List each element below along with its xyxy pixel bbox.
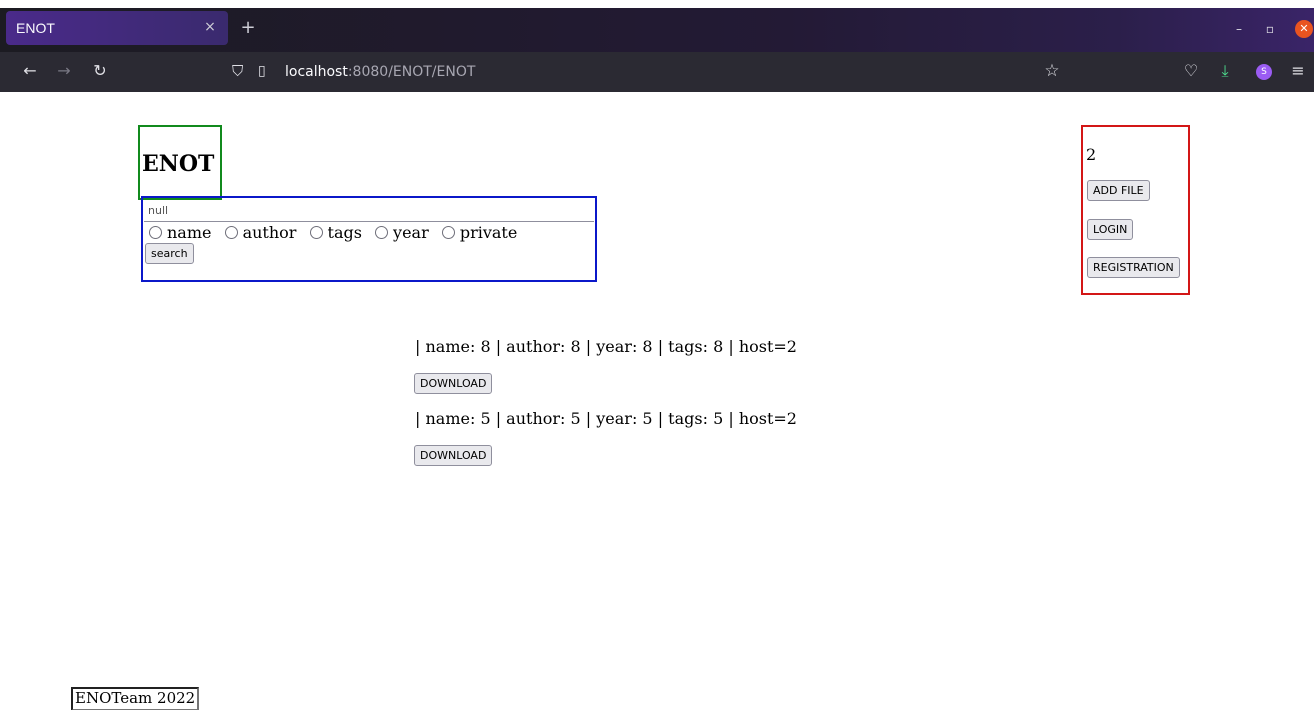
minimize-icon[interactable]: – xyxy=(1230,20,1248,38)
browser-nav-bar: ← → ↻ ⛉ ▯ localhost:8080/ENOT/ENOT ☆ ♡ ⤓… xyxy=(0,52,1314,92)
tab-close-icon[interactable]: × xyxy=(200,17,220,37)
radio-author[interactable] xyxy=(224,226,238,239)
new-tab-icon[interactable]: + xyxy=(238,18,258,38)
url-host: localhost xyxy=(285,64,348,80)
radio-name[interactable] xyxy=(149,226,162,239)
radio-label-name: name xyxy=(167,223,212,242)
forward-arrow-icon[interactable]: → xyxy=(54,61,74,81)
add-file-button[interactable]: ADD FILE xyxy=(1087,180,1150,201)
result-item: | name: 8 | author: 8 | year: 8 | tags: … xyxy=(415,337,797,356)
download-button[interactable]: DOWNLOAD xyxy=(414,445,493,466)
radio-year[interactable] xyxy=(375,226,389,239)
account-avatar-icon[interactable]: S xyxy=(1256,64,1272,80)
page-icon: ▯ xyxy=(258,63,266,79)
radio-label-private: private xyxy=(459,223,518,242)
url-path: :8080/ENOT/ENOT xyxy=(347,64,476,80)
address-bar[interactable]: localhost:8080/ENOT/ENOT xyxy=(285,62,475,82)
reload-icon[interactable]: ↻ xyxy=(90,61,110,81)
user-panel: 2 ADD FILE LOGIN REGISTRATION xyxy=(1081,125,1190,295)
download-button[interactable]: DOWNLOAD xyxy=(414,373,493,394)
download-icon[interactable]: ⤓ xyxy=(1215,61,1235,81)
footer-text: ENOTeam 2022 xyxy=(71,687,200,710)
browser-tab-bar: ENOT × + – ▫ ✕ xyxy=(0,8,1314,52)
logo-box: ENOT xyxy=(138,125,222,200)
registration-button[interactable]: REGISTRATION xyxy=(1087,257,1180,278)
user-count: 2 xyxy=(1086,145,1097,164)
pocket-icon[interactable]: ♡ xyxy=(1181,61,1201,81)
result-item: | name: 5 | author: 5 | year: 5 | tags: … xyxy=(415,409,797,428)
login-button[interactable]: LOGIN xyxy=(1087,219,1134,240)
radio-label-tags: tags xyxy=(327,223,362,242)
window-close-icon[interactable]: ✕ xyxy=(1295,20,1313,38)
search-filter-options: name author tags year private xyxy=(149,223,525,243)
search-button[interactable]: search xyxy=(145,243,194,264)
bookmark-star-icon[interactable]: ☆ xyxy=(1042,61,1062,81)
back-arrow-icon[interactable]: ← xyxy=(20,61,40,81)
radio-private[interactable] xyxy=(441,226,455,239)
hamburger-menu-icon[interactable]: ≡ xyxy=(1288,61,1308,81)
search-input[interactable]: null xyxy=(144,201,594,222)
radio-label-year: year xyxy=(393,223,429,242)
shield-icon[interactable]: ⛉ xyxy=(232,61,248,81)
restore-icon[interactable]: ▫ xyxy=(1261,20,1279,38)
search-panel: null name author tags year private searc… xyxy=(141,196,597,282)
radio-tags[interactable] xyxy=(309,226,323,239)
radio-label-author: author xyxy=(242,223,297,242)
browser-tab[interactable]: ENOT × xyxy=(6,11,228,45)
tab-title: ENOT xyxy=(16,20,55,36)
page-title: ENOT xyxy=(142,151,215,177)
